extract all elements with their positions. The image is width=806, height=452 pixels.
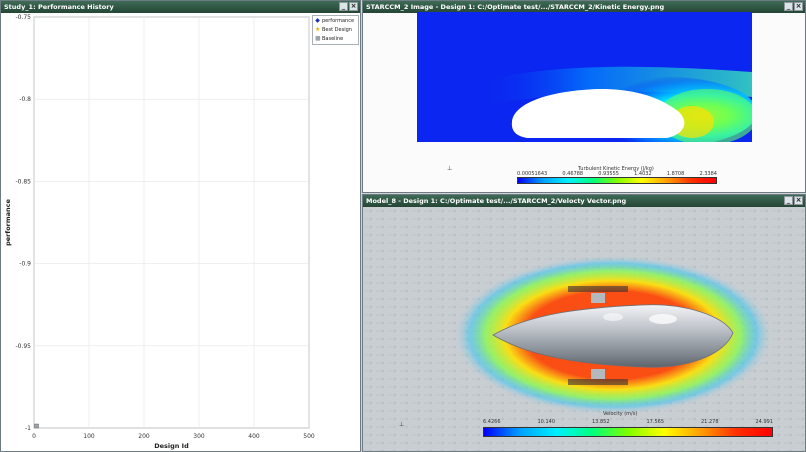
y-tick-label: -0.9	[19, 261, 31, 268]
kinetic-energy-contour-image	[417, 12, 752, 142]
x-tick-label: 500	[303, 433, 315, 440]
colorbar-tick: 13.852	[592, 419, 610, 425]
x-axis-label: Design Id	[154, 442, 189, 450]
legend-label: performance	[322, 17, 355, 24]
colorbar-tick: 24.991	[755, 419, 774, 425]
minimize-button[interactable]: _	[339, 2, 348, 11]
velocity-vector-image: ⊥	[363, 207, 805, 451]
colorbar-ticks: 6.4266 10.140 13.852 17.565 21.278 24.99…	[483, 419, 773, 425]
star-icon: ★	[315, 26, 321, 33]
x-tick-label: 400	[248, 433, 260, 440]
minimize-button[interactable]: _	[784, 196, 793, 205]
legend-label: Baseline	[322, 35, 344, 42]
square-icon: ■	[315, 35, 321, 42]
performance-history-panel: Study_1: Performance History _ × 0 100 200…	[0, 0, 361, 452]
x-tick-label: 0	[32, 433, 36, 440]
baseline-point	[34, 423, 39, 429]
panel-title: Model_8 - Design 1: C:/Optimate test/...…	[366, 197, 627, 205]
panel-title: Study_1: Performance History	[4, 3, 114, 11]
velocity-colorbar	[483, 427, 773, 437]
colorbar-tick: 21.278	[701, 419, 719, 425]
legend-item-best-design[interactable]: ★ Best Design	[313, 25, 358, 34]
legend-item-baseline[interactable]: ■ Baseline	[313, 34, 358, 43]
close-button[interactable]: ×	[794, 196, 803, 205]
kinetic-energy-colorbar	[517, 177, 717, 184]
app-window: Study_1: Performance History _ × 0 100 200…	[0, 0, 806, 452]
chart-legend: ◆ performance ★ Best Design ■ Baseline	[312, 15, 359, 45]
diamond-icon: ◆	[315, 17, 320, 24]
close-button[interactable]: ×	[794, 2, 803, 11]
y-tick-label: -0.75	[15, 14, 31, 21]
y-tick-label: -1	[25, 425, 31, 432]
performance-history-titlebar[interactable]: Study_1: Performance History _ ×	[1, 1, 360, 13]
y-axis-label: performance	[4, 199, 12, 246]
y-tick-label: -0.8	[19, 96, 31, 103]
y-tick-label: -0.95	[15, 343, 31, 350]
x-tick-label: 200	[138, 433, 150, 440]
axis-triad-icon: ⊥	[447, 165, 453, 172]
kinetic-energy-image-panel: STARCCM_2 Image - Design 1: C:/Optimate …	[362, 0, 806, 193]
velocity-vector-titlebar[interactable]: Model_8 - Design 1: C:/Optimate test/...…	[363, 195, 805, 207]
panel-title: STARCCM_2 Image - Design 1: C:/Optimate …	[366, 3, 665, 11]
velocity-vector-image-panel: Model_8 - Design 1: C:/Optimate test/...…	[362, 194, 806, 452]
colorbar-tick: 6.4266	[483, 419, 501, 425]
performance-chart[interactable]: 0 100 200 300 400 500 -0.75 -0.8 -0.85 -0.9 -0.95 -…	[1, 13, 361, 452]
plot-area	[33, 16, 310, 429]
legend-label: Best Design	[322, 26, 352, 33]
colorbar-tick: 10.140	[537, 419, 556, 425]
x-tick-label: 300	[193, 433, 205, 440]
minimize-button[interactable]: _	[784, 2, 793, 11]
colorbar-title: Velocity (m/s)	[603, 411, 638, 417]
axis-triad-icon: ⊥	[399, 421, 405, 428]
legend-item-performance[interactable]: ◆ performance	[313, 16, 358, 25]
y-tick-label: -0.85	[15, 178, 31, 185]
colorbar-tick: 17.565	[646, 419, 665, 425]
x-tick-label: 100	[83, 433, 95, 440]
close-button[interactable]: ×	[349, 2, 358, 11]
